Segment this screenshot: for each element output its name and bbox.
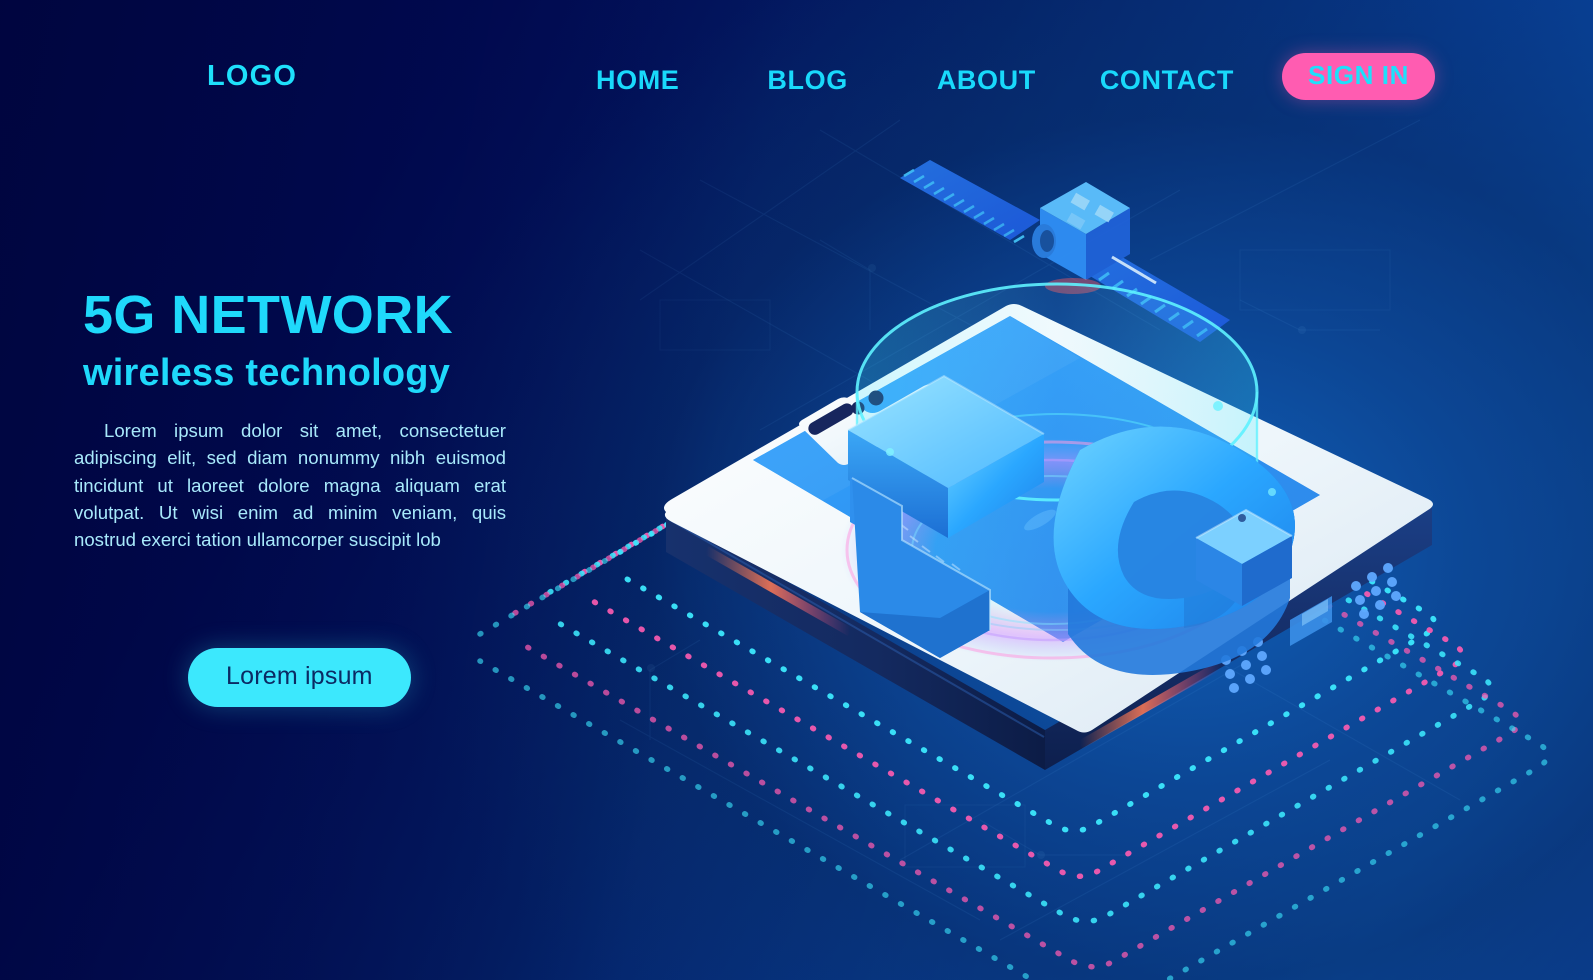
nav-link-blog[interactable]: BLOG (767, 65, 847, 96)
nav-link-home[interactable]: HOME (596, 65, 679, 96)
nav-link-contact[interactable]: CONTACT (1100, 65, 1234, 96)
top-navigation: LOGO HOME BLOG ABOUT CONTACT SIGN IN (0, 0, 1593, 150)
nav-links: HOME BLOG ABOUT CONTACT SIGN IN (596, 53, 1593, 100)
nav-link-about[interactable]: ABOUT (937, 65, 1036, 96)
logo[interactable]: LOGO (207, 60, 297, 93)
page-subtitle: wireless technology (83, 352, 451, 394)
page-background: LOGO HOME BLOG ABOUT CONTACT SIGN IN 5G … (0, 0, 1593, 980)
hero-body-text: Lorem ipsum dolor sit amet, consectetuer… (74, 420, 506, 551)
hero-illustration (477, 120, 1551, 980)
sign-in-button[interactable]: SIGN IN (1282, 53, 1435, 100)
cta-button[interactable]: Lorem ipsum (188, 648, 411, 707)
page-title: 5G NETWORK (83, 285, 454, 345)
